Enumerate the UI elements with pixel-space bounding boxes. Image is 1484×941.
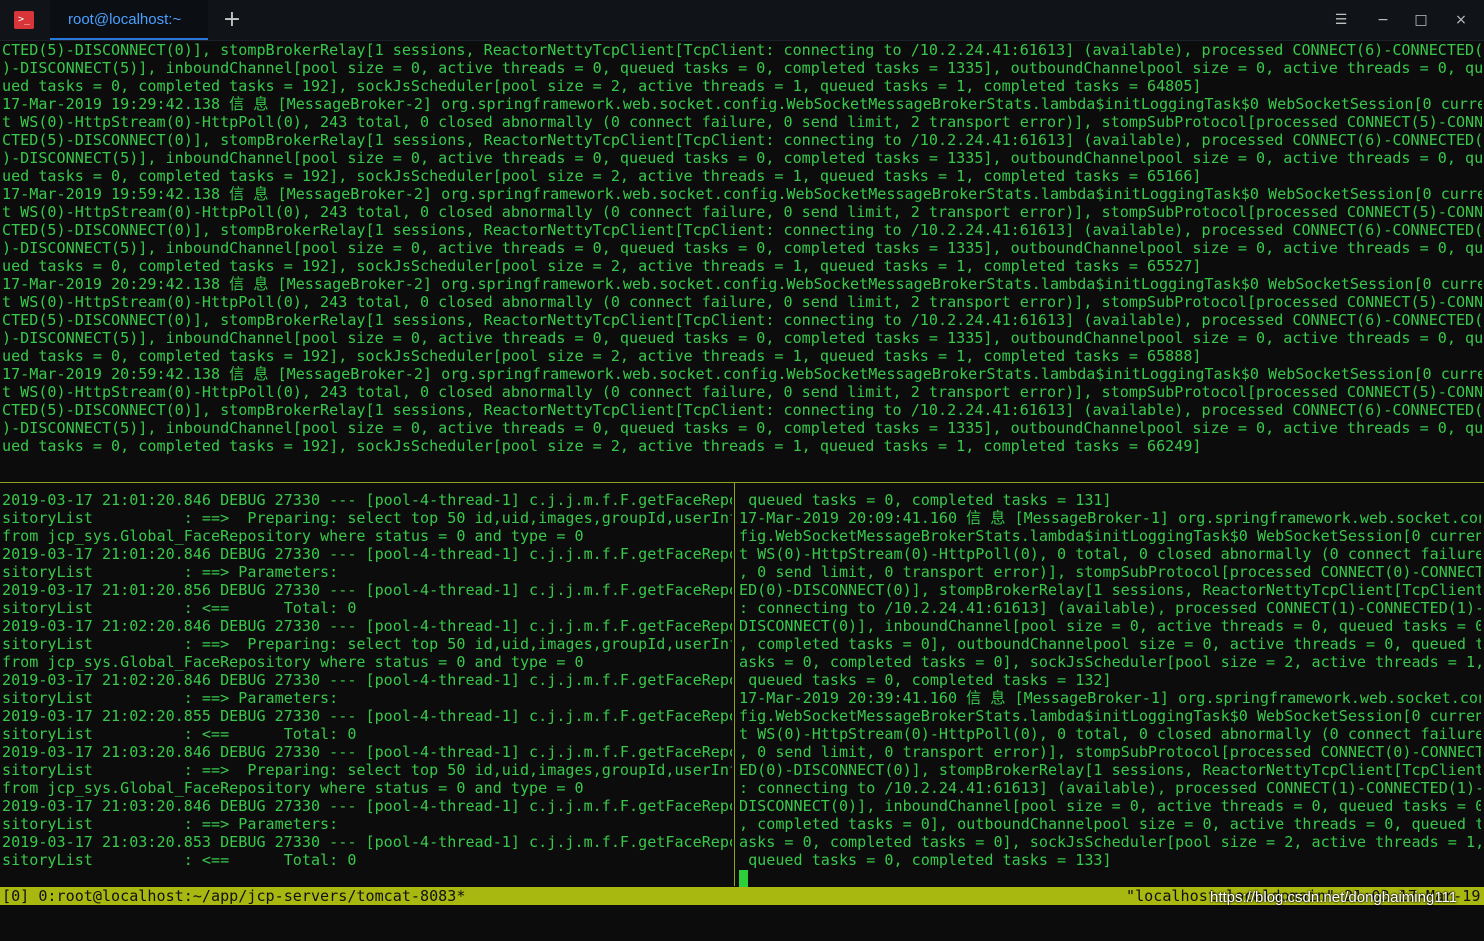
- terminal-line: sitoryList : <== Total: 0: [2, 851, 357, 869]
- status-window-list[interactable]: [0] 0:root@localhost:~/app/jcp-servers/t…: [2, 887, 465, 905]
- terminal-line: CTED(5)-DISCONNECT(0)], stompBrokerRelay…: [2, 41, 1482, 59]
- terminal-line: t WS(0)-HttpStream(0)-HttpPoll(0), 243 t…: [2, 293, 1482, 311]
- terminal-line: t WS(0)-HttpStream(0)-HttpPoll(0), 243 t…: [2, 113, 1482, 131]
- terminal-line: , 0 send limit, 0 transport error)], sto…: [739, 563, 1481, 581]
- terminal-line: 2019-03-17 21:02:20.855 DEBUG 27330 --- …: [2, 707, 732, 725]
- terminal-line: 2019-03-17 21:03:20.846 DEBUG 27330 --- …: [2, 797, 732, 815]
- terminal-line: sitoryList : ==> Parameters:: [2, 815, 339, 833]
- new-tab-button[interactable]: +: [218, 6, 246, 34]
- terminal-line: ued tasks = 0, completed tasks = 192], s…: [2, 257, 1202, 275]
- terminal-line: 2019-03-17 21:01:20.856 DEBUG 27330 --- …: [2, 581, 732, 599]
- terminal-line: t WS(0)-HttpStream(0)-HttpPoll(0), 0 tot…: [739, 725, 1481, 743]
- terminal-line: 2019-03-17 21:02:20.846 DEBUG 27330 --- …: [2, 617, 732, 635]
- terminal-line: , 0 send limit, 0 transport error)], sto…: [739, 743, 1481, 761]
- terminal-pane-bottom-left[interactable]: 2019-03-17 21:01:20.846 DEBUG 27330 --- …: [2, 491, 732, 883]
- terminal-line: 17-Mar-2019 20:39:41.160 信 息 [MessageBro…: [739, 689, 1481, 707]
- tab-root-localhost[interactable]: root@localhost:~: [50, 0, 208, 40]
- terminal-line: )-DISCONNECT(5)], inboundChannel[pool si…: [2, 239, 1482, 257]
- terminal-line: ued tasks = 0, completed tasks = 192], s…: [2, 437, 1202, 455]
- terminal-pane-top[interactable]: CTED(5)-DISCONNECT(0)], stompBrokerRelay…: [2, 41, 1482, 481]
- terminal-line: 17-Mar-2019 20:59:42.138 信 息 [MessageBro…: [2, 365, 1482, 383]
- terminal-line: queued tasks = 0, completed tasks = 133]: [739, 851, 1112, 869]
- terminal-line: t WS(0)-HttpStream(0)-HttpPoll(0), 243 t…: [2, 383, 1482, 401]
- terminal-line: )-DISCONNECT(5)], inboundChannel[pool si…: [2, 419, 1482, 437]
- terminal-line: queued tasks = 0, completed tasks = 132]: [739, 671, 1112, 689]
- terminal-line: 2019-03-17 21:02:20.846 DEBUG 27330 --- …: [2, 671, 732, 689]
- terminal-line: asks = 0, completed tasks = 0], sockJsSc…: [739, 833, 1481, 851]
- terminal-line: sitoryList : ==> Preparing: select top 5…: [2, 761, 732, 779]
- terminal-line: t WS(0)-HttpStream(0)-HttpPoll(0), 0 tot…: [739, 545, 1481, 563]
- terminal-line: sitoryList : <== Total: 0: [2, 599, 357, 617]
- terminal-line: )-DISCONNECT(5)], inboundChannel[pool si…: [2, 59, 1482, 77]
- terminal-line: 2019-03-17 21:01:20.846 DEBUG 27330 --- …: [2, 491, 732, 509]
- terminal-line: fig.WebSocketMessageBrokerStats.lambda$i…: [739, 527, 1481, 545]
- minimize-icon[interactable]: −: [1370, 8, 1396, 32]
- terminal-line: from jcp_sys.Global_FaceRepository where…: [2, 527, 584, 545]
- terminal-line: from jcp_sys.Global_FaceRepository where…: [2, 779, 584, 797]
- watermark-text: https://blog.csdn.net/donghaiming111: [1210, 889, 1458, 906]
- terminal-line: from jcp_sys.Global_FaceRepository where…: [2, 653, 584, 671]
- terminal-line: ED(0)-DISCONNECT(0)], stompBrokerRelay[1…: [739, 761, 1481, 779]
- terminal-line: sitoryList : ==> Parameters:: [2, 689, 339, 707]
- terminal-line: ued tasks = 0, completed tasks = 192], s…: [2, 77, 1202, 95]
- pane-divider-horizontal[interactable]: [0, 482, 1484, 483]
- terminal-line: ED(0)-DISCONNECT(0)], stompBrokerRelay[1…: [739, 581, 1481, 599]
- terminal-line: )-DISCONNECT(5)], inboundChannel[pool si…: [2, 329, 1482, 347]
- terminal-line: asks = 0, completed tasks = 0], sockJsSc…: [739, 653, 1481, 671]
- terminal-line: CTED(5)-DISCONNECT(0)], stompBrokerRelay…: [2, 311, 1482, 329]
- menu-icon[interactable]: ☰: [1328, 8, 1354, 32]
- close-icon[interactable]: ×: [1448, 8, 1474, 32]
- terminal-line: 2019-03-17 21:01:20.846 DEBUG 27330 --- …: [2, 545, 732, 563]
- terminal-line: sitoryList : ==> Preparing: select top 5…: [2, 509, 732, 527]
- terminal-cursor: [739, 870, 748, 887]
- terminal-line: fig.WebSocketMessageBrokerStats.lambda$i…: [739, 707, 1481, 725]
- terminal-line: : connecting to /10.2.24.41:61613] (avai…: [739, 779, 1481, 797]
- maximize-icon[interactable]: □: [1408, 8, 1434, 32]
- terminal-line: , completed tasks = 0], outboundChannelp…: [739, 815, 1481, 833]
- terminal-line: DISCONNECT(0)], inboundChannel[pool size…: [739, 617, 1481, 635]
- terminal-line: 17-Mar-2019 20:29:42.138 信 息 [MessageBro…: [2, 275, 1482, 293]
- terminal-line: 2019-03-17 21:03:20.846 DEBUG 27330 --- …: [2, 743, 732, 761]
- terminal-line: ued tasks = 0, completed tasks = 192], s…: [2, 167, 1202, 185]
- terminal-line: 2019-03-17 21:03:20.853 DEBUG 27330 --- …: [2, 833, 732, 851]
- terminal-line: 17-Mar-2019 20:09:41.160 信 息 [MessageBro…: [739, 509, 1481, 527]
- terminal-line: : connecting to /10.2.24.41:61613] (avai…: [739, 599, 1481, 617]
- terminal-line: sitoryList : <== Total: 0: [2, 725, 357, 743]
- terminal-line: CTED(5)-DISCONNECT(0)], stompBrokerRelay…: [2, 221, 1482, 239]
- terminal-line: DISCONNECT(0)], inboundChannel[pool size…: [739, 797, 1481, 815]
- terminal-line: 17-Mar-2019 19:59:42.138 信 息 [MessageBro…: [2, 185, 1482, 203]
- terminal-line: t WS(0)-HttpStream(0)-HttpPoll(0), 243 t…: [2, 203, 1482, 221]
- terminal-line: CTED(5)-DISCONNECT(0)], stompBrokerRelay…: [2, 131, 1482, 149]
- terminal-line: sitoryList : ==> Preparing: select top 5…: [2, 635, 732, 653]
- terminal-line: ued tasks = 0, completed tasks = 192], s…: [2, 347, 1202, 365]
- terminal-line: sitoryList : ==> Parameters:: [2, 563, 339, 581]
- terminal-pane-bottom-right[interactable]: queued tasks = 0, completed tasks = 131]…: [739, 491, 1481, 883]
- title-bar: >_ root@localhost:~ + ☰ − □ ×: [0, 0, 1484, 41]
- terminal-line: queued tasks = 0, completed tasks = 131]: [739, 491, 1112, 509]
- terminal-line: CTED(5)-DISCONNECT(0)], stompBrokerRelay…: [2, 401, 1482, 419]
- terminal-line: , completed tasks = 0], outboundChannelp…: [739, 635, 1481, 653]
- terminal-app-icon: >_: [14, 11, 34, 29]
- pane-divider-vertical[interactable]: [734, 483, 735, 886]
- terminal-line: 17-Mar-2019 19:29:42.138 信 息 [MessageBro…: [2, 95, 1482, 113]
- terminal-line: )-DISCONNECT(5)], inboundChannel[pool si…: [2, 149, 1482, 167]
